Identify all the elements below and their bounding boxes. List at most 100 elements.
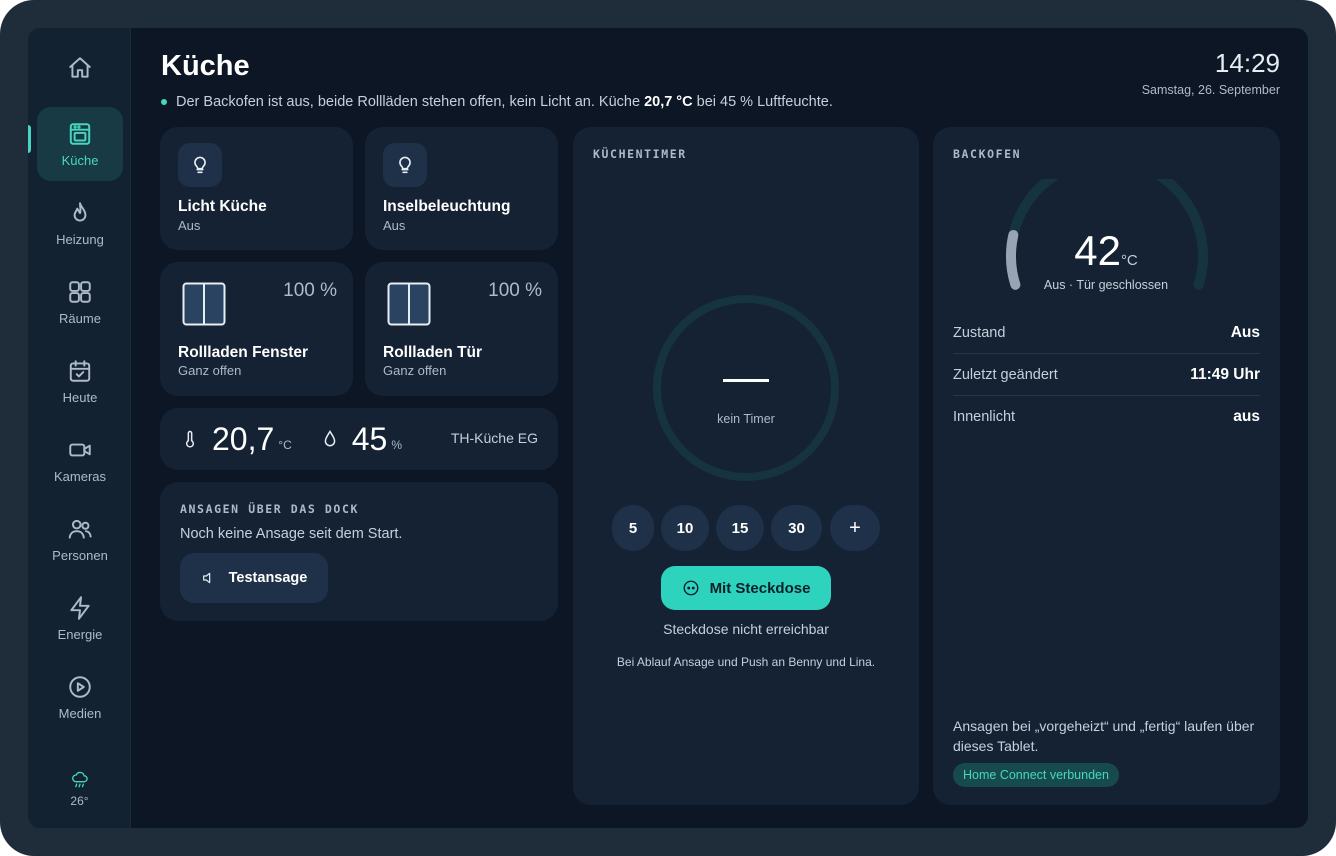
light-state: Aus bbox=[383, 218, 406, 233]
test-button-label: Testansage bbox=[228, 570, 308, 586]
light-state: Aus bbox=[178, 218, 201, 233]
oven-card: BACKOFEN 42°C Aus · Tür geschlossen Zust… bbox=[933, 127, 1280, 805]
timer-status: kein Timer bbox=[717, 412, 775, 426]
plug-icon bbox=[683, 580, 698, 596]
oven-label: BACKOFEN bbox=[953, 147, 1022, 161]
temperature-unit: °C bbox=[278, 438, 292, 452]
oven-status: Aus · Tür geschlossen bbox=[1043, 278, 1169, 292]
sensor-name: TH-Küche EG bbox=[450, 430, 538, 446]
speaker-icon bbox=[202, 572, 210, 584]
climate-values: 20,7 °C 45 % bbox=[180, 408, 402, 470]
row-key: Innenlicht bbox=[953, 409, 1016, 425]
sidebar-item-kameras[interactable]: Kameras bbox=[37, 423, 123, 497]
oven-temperature: 42°C bbox=[933, 227, 1279, 275]
preset-custom-button[interactable]: + bbox=[830, 505, 880, 551]
status-summary: Der Backofen ist aus, beide Rollläden st… bbox=[161, 94, 833, 110]
preset-15-button[interactable]: 15 bbox=[716, 505, 764, 551]
plug-button-label: Mit Steckdose bbox=[709, 579, 811, 597]
row-key: Zustand bbox=[953, 324, 1006, 341]
shutter-state: Ganz offen bbox=[383, 363, 447, 378]
row-key: Zuletzt geändert bbox=[953, 366, 1058, 383]
bolt-icon bbox=[70, 595, 90, 620]
light-title: Inselbeleuchtung bbox=[383, 198, 511, 215]
sidebar-item-heizung[interactable]: Heizung bbox=[37, 186, 123, 260]
page-title: Küche bbox=[161, 50, 250, 82]
users-icon bbox=[68, 519, 92, 539]
tablet-frame: Küche Heizung Räume Heute Kameras Person… bbox=[0, 0, 1336, 856]
bulb-icon bbox=[178, 143, 222, 187]
light-tile-insel[interactable]: Inselbeleuchtung Aus bbox=[365, 127, 558, 250]
light-tile-kueche[interactable]: Licht Küche Aus bbox=[160, 127, 353, 250]
shutter-title: Rollladen Fenster bbox=[178, 344, 309, 361]
sidebar-item-personen[interactable]: Personen bbox=[37, 502, 123, 576]
weather-widget[interactable]: 26° bbox=[28, 770, 131, 808]
climate-card: 20,7 °C 45 % TH-Küche EG bbox=[160, 408, 558, 470]
sidebar-item-label: Heute bbox=[62, 389, 98, 405]
sidebar-item-label: Räume bbox=[59, 310, 101, 326]
timer-label: KÜCHENTIMER bbox=[593, 147, 687, 161]
shutter-percent: 100 % bbox=[488, 280, 542, 301]
sidebar-item-medien[interactable]: Medien bbox=[37, 660, 123, 734]
timer-display bbox=[723, 379, 769, 382]
preset-30-button[interactable]: 30 bbox=[771, 505, 822, 551]
shutter-icon bbox=[182, 282, 226, 326]
bulb-icon bbox=[383, 143, 427, 187]
test-announcement-button[interactable]: Testansage bbox=[180, 553, 328, 603]
status-dot bbox=[161, 99, 167, 105]
sidebar-item-label: Kameras bbox=[53, 468, 107, 484]
oven-note: Ansagen bei „vorgeheizt“ und „fertig“ la… bbox=[953, 718, 1255, 754]
sidebar-item-raeume[interactable]: Räume bbox=[37, 265, 123, 339]
oven-icon bbox=[69, 122, 91, 145]
timer-ring bbox=[653, 295, 839, 481]
row-value: aus bbox=[1233, 408, 1260, 425]
oven-row-zustand: Zustand Aus bbox=[953, 312, 1260, 354]
announcements-card: ANSAGEN ÜBER DAS DOCK Noch keine Ansage … bbox=[160, 482, 558, 621]
sidebar-item-label: Heizung bbox=[56, 231, 104, 247]
sidebar-item-label: Küche bbox=[61, 152, 99, 168]
active-indicator bbox=[28, 125, 31, 153]
announcements-text: Noch keine Ansage seit dem Start. bbox=[180, 526, 403, 542]
oven-temp-unit: °C bbox=[1120, 252, 1138, 269]
home-icon bbox=[69, 57, 91, 78]
sidebar-item-kueche[interactable]: Küche bbox=[37, 107, 123, 181]
sidebar-item-home[interactable] bbox=[37, 31, 123, 105]
shutter-state: Ganz offen bbox=[178, 363, 242, 378]
play-circle-icon bbox=[69, 675, 91, 698]
preset-5-button[interactable]: 5 bbox=[612, 505, 654, 551]
calendar-check-icon bbox=[69, 359, 91, 382]
plug-button[interactable]: Mit Steckdose bbox=[661, 566, 831, 610]
preset-10-button[interactable]: 10 bbox=[661, 505, 709, 551]
announcements-label: ANSAGEN ÜBER DAS DOCK bbox=[180, 502, 359, 516]
humidity-value: 45 bbox=[351, 420, 388, 457]
grid-icon bbox=[69, 280, 91, 303]
summary-text: Der Backofen ist aus, beide Rollläden st… bbox=[176, 94, 641, 110]
shutter-tile-tuer[interactable]: 100 % Rollladen Tür Ganz offen bbox=[365, 262, 558, 396]
shutter-icon bbox=[387, 282, 431, 326]
flame-icon bbox=[73, 201, 87, 221]
humidity-unit: % bbox=[391, 438, 403, 452]
timer-note: Bei Ablauf Ansage und Push an Benny und … bbox=[616, 655, 876, 669]
shutter-title: Rollladen Tür bbox=[383, 344, 483, 361]
oven-row-geaendert: Zuletzt geändert 11:49 Uhr bbox=[953, 354, 1260, 396]
temperature-value: 20,7 bbox=[212, 420, 275, 457]
thermometer-icon bbox=[185, 430, 195, 448]
summary-temp: 20,7 °C bbox=[644, 94, 693, 110]
row-value: Aus bbox=[1230, 323, 1260, 341]
screen: Küche Heizung Räume Heute Kameras Person… bbox=[28, 28, 1308, 828]
timer-card: KÜCHENTIMER kein Timer 5 10 15 30 + Mit … bbox=[573, 127, 919, 805]
weather-temp: 26° bbox=[70, 794, 89, 808]
shutter-percent: 100 % bbox=[283, 280, 337, 301]
sidebar-item-heute[interactable]: Heute bbox=[37, 344, 123, 418]
home-connect-badge: Home Connect verbunden bbox=[953, 763, 1119, 787]
shutter-tile-fenster[interactable]: 100 % Rollladen Fenster Ganz offen bbox=[160, 262, 353, 396]
oven-temp-value: 42 bbox=[1074, 227, 1121, 274]
video-icon bbox=[69, 443, 91, 456]
sidebar-item-label: Personen bbox=[52, 547, 108, 563]
sidebar-item-energie[interactable]: Energie bbox=[37, 581, 123, 655]
sidebar-item-label: Medien bbox=[58, 705, 102, 721]
oven-row-innenlicht: Innenlicht aus bbox=[953, 396, 1260, 438]
plug-status: Steckdose nicht erreichbar bbox=[663, 621, 829, 637]
sidebar-item-label: Energie bbox=[57, 626, 103, 642]
row-value: 11:49 Uhr bbox=[1190, 365, 1260, 383]
droplet-icon bbox=[324, 430, 336, 447]
